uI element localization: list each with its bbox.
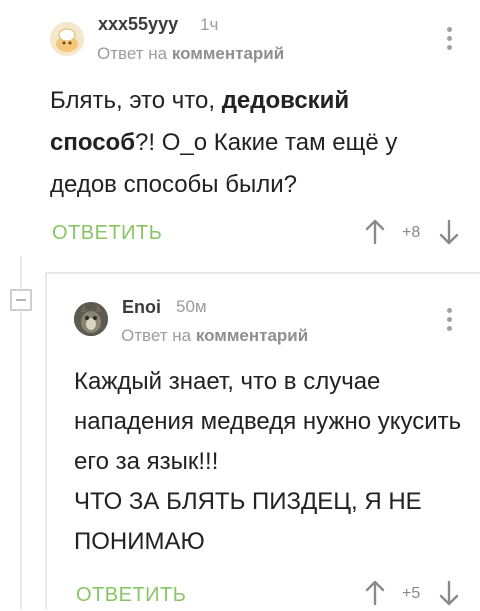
reply-target-link[interactable]: комментарий (196, 326, 308, 345)
comment-text-line: Каждый знает, что в случае нападения мед… (74, 368, 462, 475)
timestamp: 1ч (200, 15, 219, 34)
kebab-menu-icon[interactable] (446, 27, 452, 50)
reply-to-info: Ответ на комментарий (121, 326, 308, 346)
reply-target-link[interactable]: комментарий (172, 44, 284, 63)
reply-prefix: Ответ на (121, 326, 192, 345)
comment-text: Блять, это что, дедовский способ?! О_о К… (50, 80, 450, 206)
arrow-up-icon[interactable] (364, 219, 386, 250)
collapse-thread-icon[interactable] (10, 289, 32, 311)
comment-text: Каждый знает, что в случае нападения мед… (74, 362, 464, 562)
reply-button[interactable]: ОТВЕТИТЬ (52, 222, 162, 245)
avatar-image-icon (50, 22, 84, 56)
username[interactable]: xxx55yyy (98, 14, 178, 35)
timestamp: 50м (176, 297, 207, 316)
vote-score: +8 (402, 224, 421, 241)
reply-to-info: Ответ на комментарий (97, 44, 284, 64)
avatar[interactable] (50, 22, 84, 56)
thread-line (45, 272, 480, 274)
comment-text-part: Блять, это что, (50, 87, 222, 114)
arrow-up-icon[interactable] (364, 580, 386, 611)
avatar[interactable] (74, 302, 108, 336)
reply-button[interactable]: ОТВЕТИТЬ (76, 584, 186, 607)
thread-line (45, 272, 47, 609)
vote-score: +5 (402, 585, 421, 602)
arrow-down-icon[interactable] (438, 580, 460, 611)
kebab-menu-icon[interactable] (446, 308, 452, 331)
avatar-image-icon (74, 302, 108, 336)
comment-text-line: ЧТО ЗА БЛЯТЬ ПИЗДЕЦ, Я НЕ ПОНИМАЮ (74, 488, 422, 555)
username[interactable]: Enoi (122, 297, 161, 318)
reply-prefix: Ответ на (97, 44, 168, 63)
arrow-down-icon[interactable] (438, 219, 460, 250)
